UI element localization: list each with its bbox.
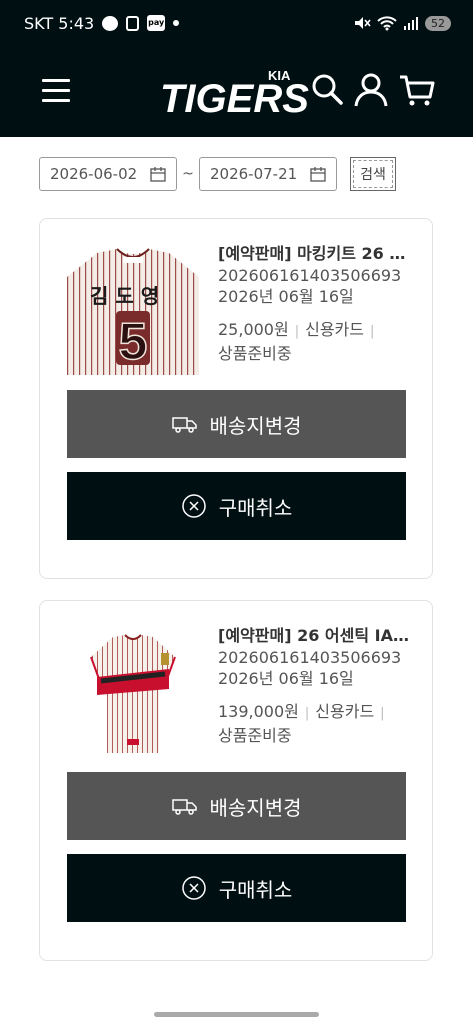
cancel-circle-icon [181, 876, 206, 900]
order-price: 139,000원 [218, 702, 299, 721]
change-address-label: 배송지변경 [209, 795, 302, 820]
change-address-label: 배송지변경 [209, 413, 302, 438]
change-address-button[interactable]: 배송지변경 [67, 390, 406, 458]
product-image-marking-kit[interactable]: 김 도 영 5 [67, 247, 199, 375]
mute-icon [355, 17, 371, 29]
change-address-button[interactable]: 배송지변경 [67, 772, 406, 840]
truck-icon [171, 417, 197, 433]
pay-notification-icon: pay [147, 15, 166, 31]
date-separator: ~ [182, 166, 194, 182]
cancel-order-button[interactable]: 구매취소 [67, 854, 406, 922]
product-title[interactable]: [예약판매] 마킹키트 26 김도영 [218, 243, 414, 265]
divider: | [380, 706, 385, 721]
calendar-icon [150, 167, 166, 182]
order-date: 2026년 06월 16일 [218, 287, 354, 306]
divider: | [370, 324, 375, 339]
product-title[interactable]: [예약판매] 26 어센틱 IA유니폼 [218, 625, 414, 647]
order-status: 상품준비중 [218, 726, 292, 745]
logo-sub: KIA [268, 68, 291, 83]
app-notification-icon [126, 15, 140, 31]
wifi-icon [377, 16, 397, 31]
order-info: [예약판매] 마킹키트 26 김도영 202606161403506693 20… [218, 243, 414, 365]
order-card: 김 도 영 5 [예약판매] 마킹키트 26 김도영 2026061614035… [39, 218, 433, 579]
payment-row: 139,000원 | 신용카드 | [218, 701, 414, 725]
cancel-order-label: 구매취소 [218, 877, 293, 902]
user-icon[interactable] [352, 71, 390, 109]
order-card: [예약판매] 26 어센틱 IA유니폼 202606161403506693 2… [39, 600, 433, 961]
more-notifications-dot [173, 20, 180, 26]
order-number: 202606161403506693 [218, 648, 402, 667]
order-date: 2026년 06월 16일 [218, 669, 354, 688]
menu-icon[interactable] [42, 79, 70, 103]
start-date-field[interactable]: 2026-06-02 [39, 157, 177, 191]
logo-text: TIGERS [160, 77, 309, 120]
battery-indicator: 52 [425, 15, 451, 31]
status-bar: SKT 5:43 pay 52 [0, 0, 473, 46]
end-date-value: 2026-07-21 [210, 165, 298, 183]
talk-notification-icon [102, 15, 119, 31]
date-filter: 2026-06-02 ~ 2026-07-21 검색 [39, 156, 433, 192]
cart-icon[interactable] [398, 71, 436, 109]
order-info: [예약판매] 26 어센틱 IA유니폼 202606161403506693 2… [218, 625, 414, 747]
cancel-circle-icon [181, 494, 206, 518]
jersey-number: 5 [119, 313, 148, 371]
jersey-name: 김 도 영 [90, 284, 159, 308]
divider: | [304, 706, 310, 721]
app-header: TIGERS KIA [0, 46, 473, 137]
payment-method: 신용카드 [315, 702, 375, 721]
signal-icon [404, 17, 418, 30]
truck-icon [171, 799, 197, 815]
end-date-field[interactable]: 2026-07-21 [199, 157, 337, 191]
search-button[interactable]: 검색 [350, 157, 396, 191]
order-price: 25,000원 [218, 320, 289, 339]
carrier-time: SKT 5:43 [24, 13, 95, 33]
start-date-value: 2026-06-02 [50, 165, 138, 183]
calendar-icon [310, 167, 326, 182]
search-icon[interactable] [308, 71, 346, 109]
divider: | [294, 324, 300, 339]
order-number: 202606161403506693 [218, 266, 402, 285]
home-indicator[interactable] [154, 1012, 319, 1017]
cancel-order-button[interactable]: 구매취소 [67, 472, 406, 540]
product-image-uniform[interactable] [67, 629, 199, 757]
payment-method: 신용카드 [305, 320, 364, 339]
payment-row: 25,000원 | 신용카드 | [218, 319, 414, 343]
cancel-order-label: 구매취소 [218, 495, 293, 520]
tigers-logo[interactable]: TIGERS KIA [160, 64, 320, 120]
order-status: 상품준비중 [218, 344, 292, 363]
